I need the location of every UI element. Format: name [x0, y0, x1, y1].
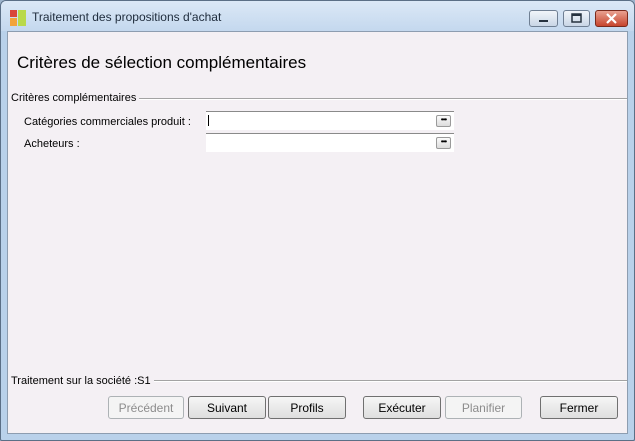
app-window: Traitement des propositions d'achat Crit…	[0, 0, 635, 441]
page-heading: Critères de sélection complémentaires	[17, 53, 307, 72]
categories-field: •••	[206, 111, 454, 130]
title-bar[interactable]: Traitement des propositions d'achat	[1, 1, 634, 31]
maximize-button[interactable]	[563, 10, 590, 27]
next-button[interactable]: Suivant	[188, 396, 266, 419]
buyers-field: •••	[206, 133, 454, 152]
buyers-label: Acheteurs :	[24, 138, 80, 150]
text-caret	[208, 115, 209, 126]
buyers-input[interactable]	[208, 135, 433, 150]
close-button[interactable]: Fermer	[540, 396, 618, 419]
minimize-icon	[539, 20, 548, 22]
footer-divider	[150, 380, 627, 382]
profiles-button[interactable]: Profils	[268, 396, 346, 419]
execute-button[interactable]: Exécuter	[363, 396, 441, 419]
categories-label: Catégories commerciales produit :	[24, 116, 191, 128]
window-title: Traitement des propositions d'achat	[32, 10, 222, 24]
app-icon	[10, 10, 26, 26]
maximize-icon	[571, 13, 582, 23]
schedule-button[interactable]: Planifier	[445, 396, 522, 419]
categories-picker-button[interactable]: •••	[436, 115, 451, 127]
previous-button[interactable]: Précédent	[108, 396, 184, 419]
close-window-button[interactable]	[595, 10, 628, 27]
company-label: Traitement sur la société :S1	[11, 375, 154, 387]
buyers-picker-button[interactable]: •••	[436, 137, 451, 149]
minimize-button[interactable]	[529, 10, 558, 27]
criteria-group-label: Critères complémentaires	[11, 92, 140, 104]
categories-input[interactable]	[208, 113, 433, 128]
dialog-client-area: Critères de sélection complémentaires Cr…	[7, 31, 628, 434]
criteria-group-divider	[136, 98, 627, 100]
close-icon	[606, 13, 617, 24]
